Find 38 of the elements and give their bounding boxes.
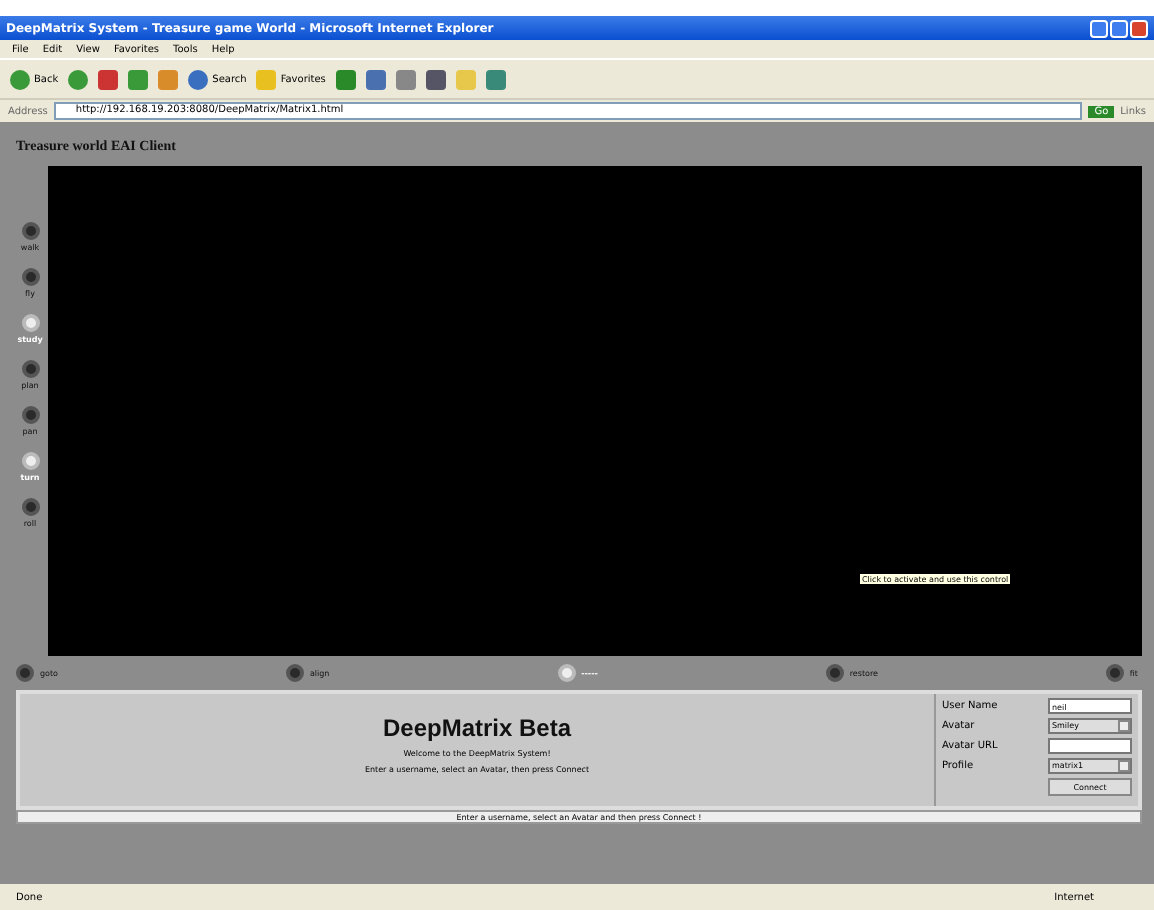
control-knob[interactable]	[21, 406, 39, 424]
toolbar-button[interactable]	[68, 69, 89, 89]
toolbar-icon	[158, 69, 179, 89]
toolbar-button[interactable]	[98, 69, 119, 89]
close-button[interactable]	[1130, 19, 1148, 37]
control-knob[interactable]	[285, 664, 304, 682]
input-field[interactable]	[1048, 738, 1132, 754]
toolbar-button[interactable]	[485, 69, 506, 89]
toolbar-icon	[188, 69, 209, 89]
toolbar-icon	[485, 69, 506, 89]
maximize-button[interactable]	[1110, 19, 1128, 37]
toolbar-button[interactable]	[365, 69, 386, 89]
toolbar-button[interactable]	[425, 69, 446, 89]
control-knob[interactable]	[21, 314, 39, 332]
toolbar-button[interactable]	[128, 69, 149, 89]
toolbar-icon	[425, 69, 446, 89]
panel-heading: DeepMatrix Beta	[382, 714, 572, 742]
toolbar-button[interactable]	[395, 69, 416, 89]
control-knob[interactable]	[557, 664, 576, 682]
toolbar-icon	[455, 69, 476, 89]
control-knob[interactable]	[21, 452, 39, 470]
control-knob[interactable]	[21, 498, 39, 516]
control-knob[interactable]	[21, 268, 39, 286]
toolbar-icon	[98, 69, 119, 89]
control-knob[interactable]	[21, 360, 39, 378]
toolbar-icon	[256, 69, 277, 89]
toolbar-button[interactable]	[335, 69, 356, 89]
control-knob[interactable]	[825, 664, 844, 682]
control-knob[interactable]	[1105, 664, 1124, 682]
toolbar-icon	[395, 69, 416, 89]
toolbar-icon	[10, 69, 30, 89]
control-knob[interactable]	[21, 222, 39, 240]
toolbar-icon	[365, 69, 386, 89]
toolbar-icon	[335, 69, 356, 89]
control-knob[interactable]	[16, 664, 34, 682]
toolbar-icon	[128, 69, 149, 89]
toolbar-icon	[68, 69, 89, 89]
minimize-button[interactable]	[1090, 19, 1108, 37]
